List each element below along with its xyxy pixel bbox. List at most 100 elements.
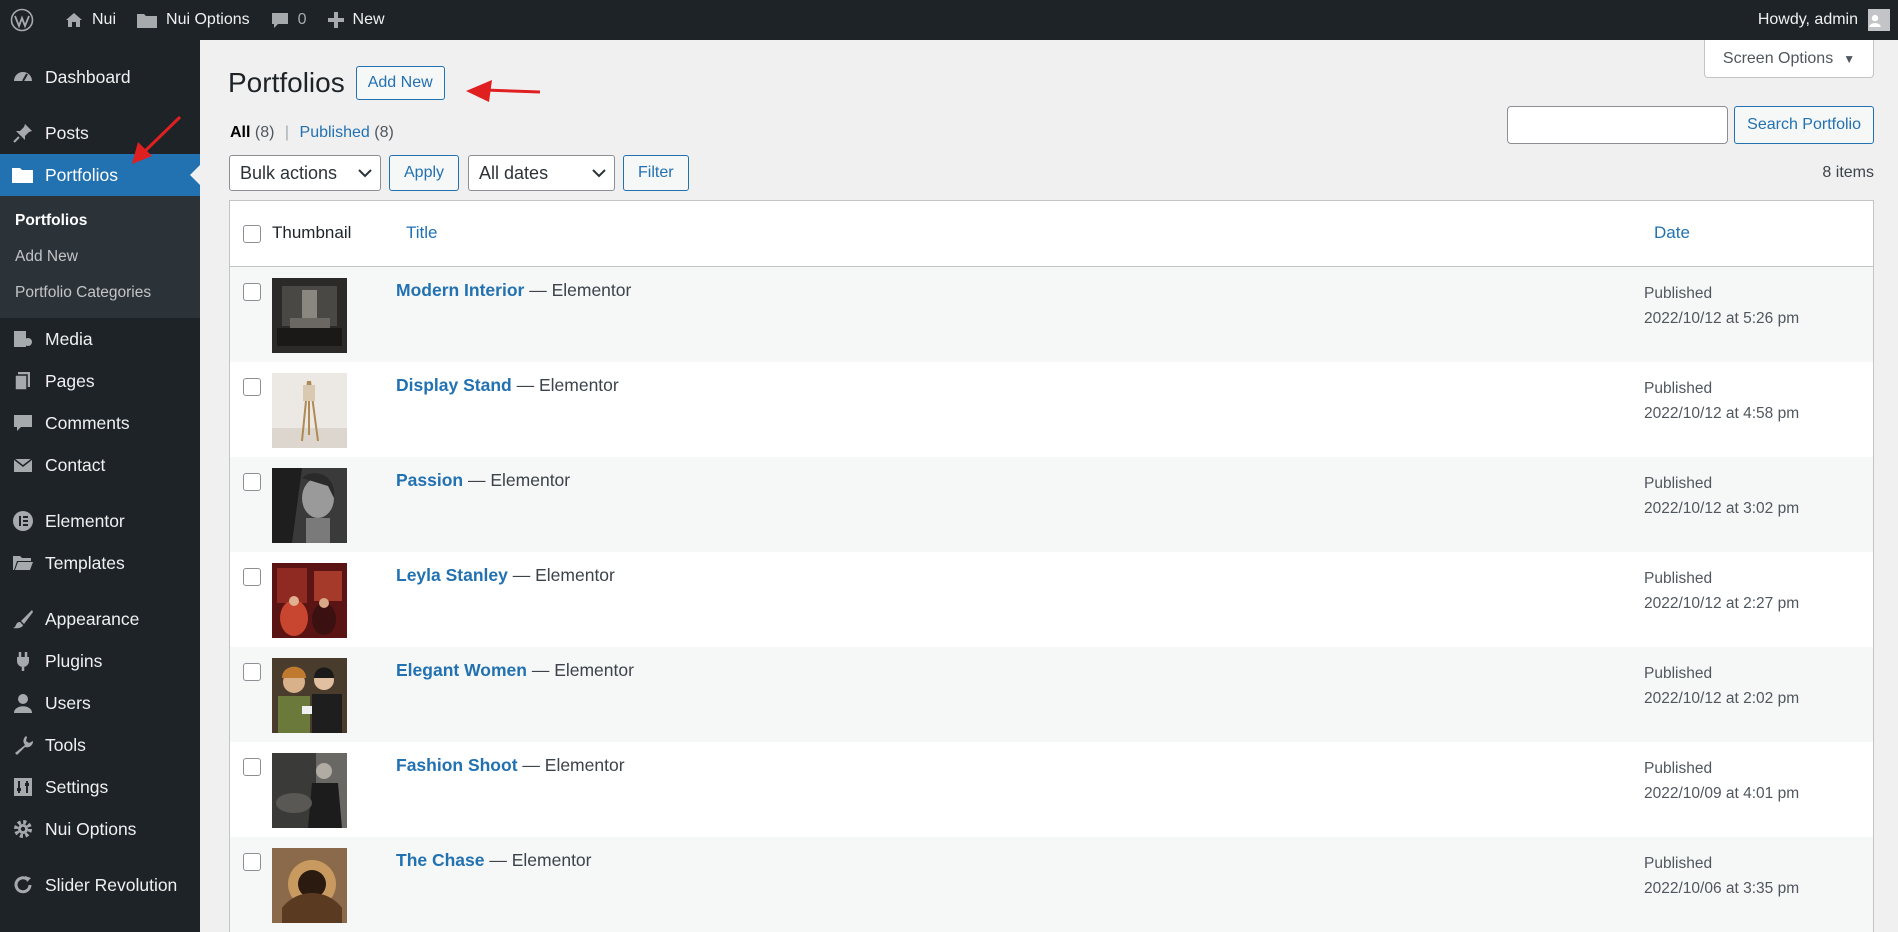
row-date-value: 2022/10/12 at 2:02 pm — [1644, 690, 1800, 707]
refresh-icon — [10, 872, 36, 898]
menu-label: Contact — [45, 454, 106, 475]
new-content-link[interactable]: New — [317, 0, 395, 40]
row-title-suffix: — Elementor — [516, 375, 619, 395]
row-title: Leyla Stanley — Elementor — [396, 565, 615, 586]
date-filter-value: All dates — [479, 162, 549, 183]
menu-settings[interactable]: Settings — [0, 766, 200, 808]
column-title[interactable]: Title — [406, 223, 438, 243]
table-row: Elegant Women — Elementor Published 2022… — [230, 647, 1873, 742]
row-checkbox[interactable] — [243, 853, 261, 871]
row-title-link[interactable]: Leyla Stanley — [396, 565, 508, 585]
menu-nui-options[interactable]: Nui Options — [0, 808, 200, 850]
bulk-actions-select[interactable]: Bulk actions — [229, 155, 381, 191]
elementor-icon — [10, 508, 36, 534]
menu-plugins[interactable]: Plugins — [0, 640, 200, 682]
menu-label: Pages — [45, 370, 95, 391]
menu-pages[interactable]: Pages — [0, 360, 200, 402]
screen-options-button[interactable]: Screen Options ▼ — [1704, 40, 1874, 78]
submenu-portfolio-categories[interactable]: Portfolio Categories — [0, 275, 200, 311]
menu-media[interactable]: Media — [0, 318, 200, 360]
menu-appearance[interactable]: Appearance — [0, 598, 200, 640]
row-title: The Chase — Elementor — [396, 850, 592, 871]
add-new-button[interactable]: Add New — [355, 66, 445, 100]
menu-label: Templates — [45, 552, 125, 573]
items-count: 8 items — [1822, 164, 1874, 181]
menu-slider-revolution[interactable]: Slider Revolution — [0, 864, 200, 906]
thumbnail-image[interactable] — [272, 373, 347, 448]
pin-icon — [10, 120, 36, 146]
menu-label: Plugins — [45, 650, 103, 671]
table-row: Modern Interior — Elementor Published 20… — [230, 267, 1873, 362]
menu-elementor[interactable]: Elementor — [0, 500, 200, 542]
bulk-actions-value: Bulk actions — [240, 162, 338, 183]
column-date[interactable]: Date — [1654, 223, 1690, 243]
menu-templates[interactable]: Templates — [0, 542, 200, 584]
dashboard-icon — [10, 64, 36, 90]
chevron-down-icon — [592, 169, 606, 178]
date-filter-select[interactable]: All dates — [468, 155, 616, 191]
page-title: Portfolios — [228, 67, 345, 98]
menu-comments[interactable]: Comments — [0, 402, 200, 444]
row-date: Published 2022/10/12 at 4:58 pm — [1644, 376, 1799, 426]
filter-all[interactable]: All — [230, 124, 250, 141]
row-title-link[interactable]: Display Stand — [396, 375, 512, 395]
comments-link[interactable]: 0 — [260, 0, 317, 40]
nui-options-label: Nui Options — [166, 11, 250, 28]
thumbnail-image[interactable] — [272, 278, 347, 353]
menu-tools[interactable]: Tools — [0, 724, 200, 766]
row-checkbox[interactable] — [243, 663, 261, 681]
select-all-checkbox[interactable] — [243, 225, 261, 243]
folder-open-icon — [10, 550, 36, 576]
site-name-link[interactable]: Nui — [54, 0, 126, 40]
search-box: Search Portfolio — [1507, 106, 1874, 144]
row-checkbox[interactable] — [243, 283, 261, 301]
row-title-link[interactable]: Fashion Shoot — [396, 755, 518, 775]
home-icon — [66, 13, 82, 27]
nui-options-link[interactable]: Nui Options — [126, 0, 260, 40]
wrench-icon — [10, 732, 36, 758]
row-date-value: 2022/10/12 at 2:27 pm — [1644, 595, 1800, 612]
menu-label: Posts — [45, 122, 89, 143]
row-date-value: 2022/10/09 at 4:01 pm — [1644, 785, 1800, 802]
submenu-portfolios[interactable]: Portfolios — [0, 203, 200, 239]
row-title-link[interactable]: The Chase — [396, 850, 485, 870]
row-date: Published 2022/10/12 at 3:02 pm — [1644, 471, 1799, 521]
filter-button[interactable]: Filter — [623, 155, 689, 191]
row-checkbox[interactable] — [243, 568, 261, 586]
submenu-add-new[interactable]: Add New — [0, 239, 200, 275]
row-status: Published — [1644, 285, 1713, 302]
menu-label: Media — [45, 328, 93, 349]
apply-button[interactable]: Apply — [389, 155, 460, 191]
row-checkbox[interactable] — [243, 758, 261, 776]
menu-dashboard[interactable]: Dashboard — [0, 56, 200, 98]
gear-icon — [10, 816, 36, 842]
search-portfolio-button[interactable]: Search Portfolio — [1734, 106, 1874, 144]
menu-users[interactable]: Users — [0, 682, 200, 724]
thumbnail-image[interactable] — [272, 468, 347, 543]
menu-label: Nui Options — [45, 818, 137, 839]
separator: | — [284, 124, 290, 141]
filter-published[interactable]: Published — [300, 124, 370, 141]
menu-label: Slider Revolution — [45, 874, 178, 895]
thumbnail-image[interactable] — [272, 753, 347, 828]
row-title-link[interactable]: Elegant Women — [396, 660, 527, 680]
mail-icon — [10, 452, 36, 478]
row-title-link[interactable]: Modern Interior — [396, 280, 524, 300]
row-date-value: 2022/10/12 at 3:02 pm — [1644, 500, 1800, 517]
row-checkbox[interactable] — [243, 378, 261, 396]
row-date: Published 2022/10/09 at 4:01 pm — [1644, 756, 1799, 806]
thumbnail-image[interactable] — [272, 848, 347, 923]
brush-icon — [10, 606, 36, 632]
status-filters: All (8) | Published (8) — [230, 124, 394, 142]
thumbnail-image[interactable] — [272, 563, 347, 638]
table-row: Display Stand — Elementor Published 2022… — [230, 362, 1873, 457]
thumbnail-image[interactable] — [272, 658, 347, 733]
menu-label: Appearance — [45, 608, 140, 629]
search-input[interactable] — [1507, 106, 1729, 144]
menu-label: Settings — [45, 776, 109, 797]
wordpress-logo-icon[interactable] — [0, 0, 54, 40]
row-title-link[interactable]: Passion — [396, 470, 463, 490]
row-checkbox[interactable] — [243, 473, 261, 491]
my-account-link[interactable]: Howdy, admin — [1748, 0, 1898, 40]
menu-contact[interactable]: Contact — [0, 444, 200, 486]
